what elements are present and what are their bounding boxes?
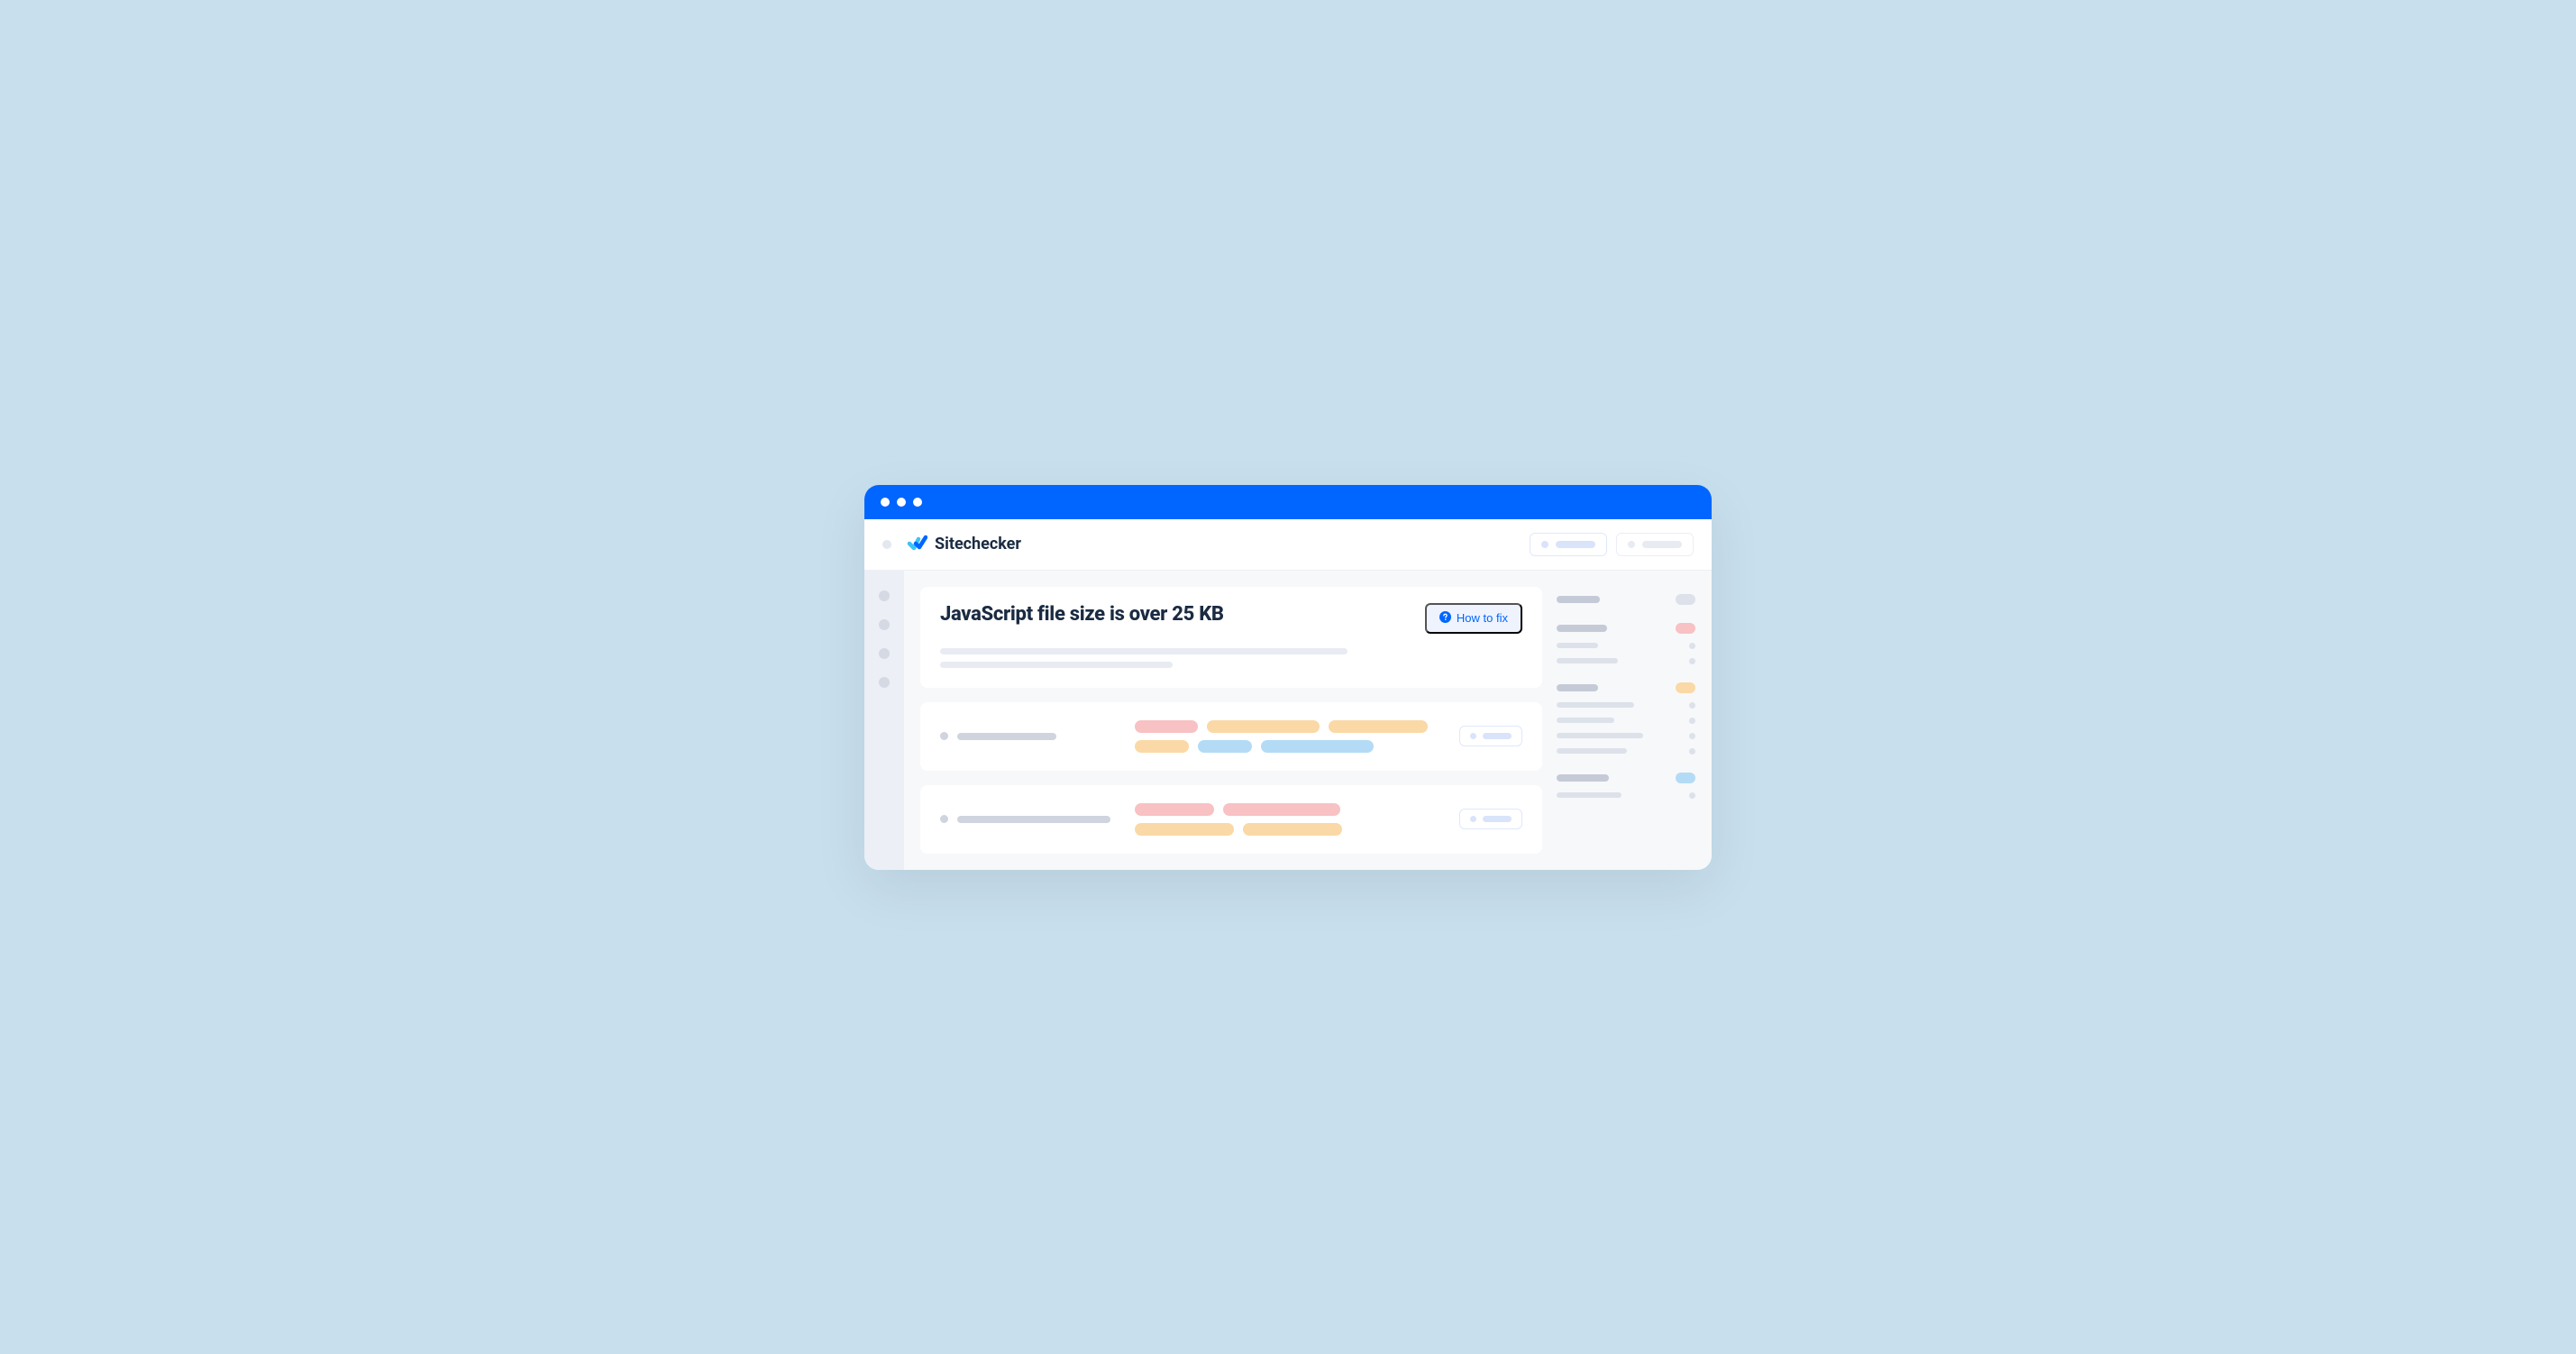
summary-label	[1557, 702, 1634, 708]
brand-name: Sitechecker	[935, 535, 1021, 553]
menu-icon[interactable]	[882, 540, 891, 549]
issue-title: JavaScript file size is over 25 KB	[940, 603, 1224, 626]
result-tags	[1135, 720, 1445, 753]
window-control-minimize[interactable]	[897, 498, 906, 507]
tag-badge	[1135, 720, 1198, 733]
tag-badge	[1329, 720, 1428, 733]
placeholder-label	[1483, 733, 1512, 739]
summary-subitem[interactable]	[1557, 792, 1695, 799]
sidebar-item[interactable]	[879, 677, 890, 688]
placeholder-icon	[1470, 816, 1476, 822]
summary-group	[1557, 773, 1695, 799]
tag-badge	[1198, 740, 1252, 753]
summary-group	[1557, 682, 1695, 755]
tag-badge	[1243, 823, 1342, 836]
how-to-fix-button[interactable]: How to fix	[1425, 603, 1522, 634]
placeholder-icon	[1541, 541, 1548, 548]
indicator-dot	[1689, 733, 1695, 739]
header-action-secondary[interactable]	[1616, 533, 1694, 556]
window-title-bar	[864, 485, 1712, 519]
summary-label	[1557, 684, 1598, 691]
result-row	[920, 785, 1542, 854]
tag-badge	[1135, 823, 1234, 836]
result-tags	[1135, 803, 1445, 836]
summary-subitem[interactable]	[1557, 643, 1695, 649]
checkmark-icon	[906, 532, 927, 557]
summary-label	[1557, 658, 1618, 663]
summary-label	[1557, 792, 1621, 798]
sidebar-item[interactable]	[879, 619, 890, 630]
browser-window: Sitechecker JavaScript file s	[864, 485, 1712, 870]
issue-details-panel: JavaScript file size is over 25 KB How t…	[920, 587, 1542, 854]
placeholder-label	[1556, 541, 1595, 548]
summary-group	[1557, 623, 1695, 664]
summary-subitem[interactable]	[1557, 733, 1695, 739]
indicator-dot	[1689, 702, 1695, 709]
app-body: JavaScript file size is over 25 KB How t…	[864, 571, 1712, 870]
placeholder-label	[1642, 541, 1682, 548]
brand-logo[interactable]: Sitechecker	[906, 532, 1021, 557]
summary-label	[1557, 643, 1598, 648]
tag-badge	[1223, 803, 1340, 816]
summary-label	[1557, 596, 1600, 603]
tag-badge	[1207, 720, 1320, 733]
status-badge	[1676, 594, 1695, 605]
summary-subitem[interactable]	[1557, 702, 1695, 709]
summary-item[interactable]	[1557, 623, 1695, 634]
result-url[interactable]	[940, 732, 1120, 740]
indicator-dot	[1689, 718, 1695, 724]
window-control-close[interactable]	[881, 498, 890, 507]
status-badge	[1676, 773, 1695, 783]
placeholder-icon	[1628, 541, 1635, 548]
main-content: JavaScript file size is over 25 KB How t…	[904, 571, 1712, 870]
status-badge	[1676, 623, 1695, 634]
description-placeholder	[940, 648, 1347, 654]
indicator-dot	[1689, 748, 1695, 755]
issue-header-card: JavaScript file size is over 25 KB How t…	[920, 587, 1542, 688]
description-placeholder	[940, 662, 1173, 668]
summary-subitem[interactable]	[1557, 658, 1695, 664]
app-header: Sitechecker	[864, 519, 1712, 571]
summary-label	[1557, 718, 1614, 723]
row-action-button[interactable]	[1459, 809, 1522, 829]
window-control-maximize[interactable]	[913, 498, 922, 507]
tag-badge	[1135, 740, 1189, 753]
summary-group	[1557, 594, 1695, 605]
sidebar-item[interactable]	[879, 648, 890, 659]
summary-item[interactable]	[1557, 682, 1695, 693]
header-action-primary[interactable]	[1530, 533, 1607, 556]
help-icon	[1439, 611, 1451, 626]
indicator-dot	[1689, 792, 1695, 799]
summary-item[interactable]	[1557, 773, 1695, 783]
placeholder-icon	[1470, 733, 1476, 739]
summary-label	[1557, 733, 1643, 738]
summary-item[interactable]	[1557, 594, 1695, 605]
tag-badge	[1135, 803, 1214, 816]
indicator-dot	[1689, 643, 1695, 649]
placeholder-label	[1483, 816, 1512, 822]
header-actions	[1530, 533, 1694, 556]
result-row	[920, 702, 1542, 771]
summary-subitem[interactable]	[1557, 718, 1695, 724]
summary-subitem[interactable]	[1557, 748, 1695, 755]
bullet-icon	[940, 732, 948, 740]
row-action-button[interactable]	[1459, 726, 1522, 746]
url-placeholder	[957, 733, 1056, 740]
how-to-fix-label: How to fix	[1457, 611, 1508, 625]
tag-badge	[1261, 740, 1374, 753]
summary-sidebar	[1557, 587, 1695, 854]
summary-label	[1557, 625, 1607, 632]
sidebar-item[interactable]	[879, 590, 890, 601]
url-placeholder	[957, 816, 1110, 823]
sidebar-nav	[864, 571, 904, 870]
bullet-icon	[940, 815, 948, 823]
result-url[interactable]	[940, 815, 1120, 823]
summary-label	[1557, 748, 1627, 754]
indicator-dot	[1689, 658, 1695, 664]
status-badge	[1676, 682, 1695, 693]
summary-label	[1557, 774, 1609, 782]
